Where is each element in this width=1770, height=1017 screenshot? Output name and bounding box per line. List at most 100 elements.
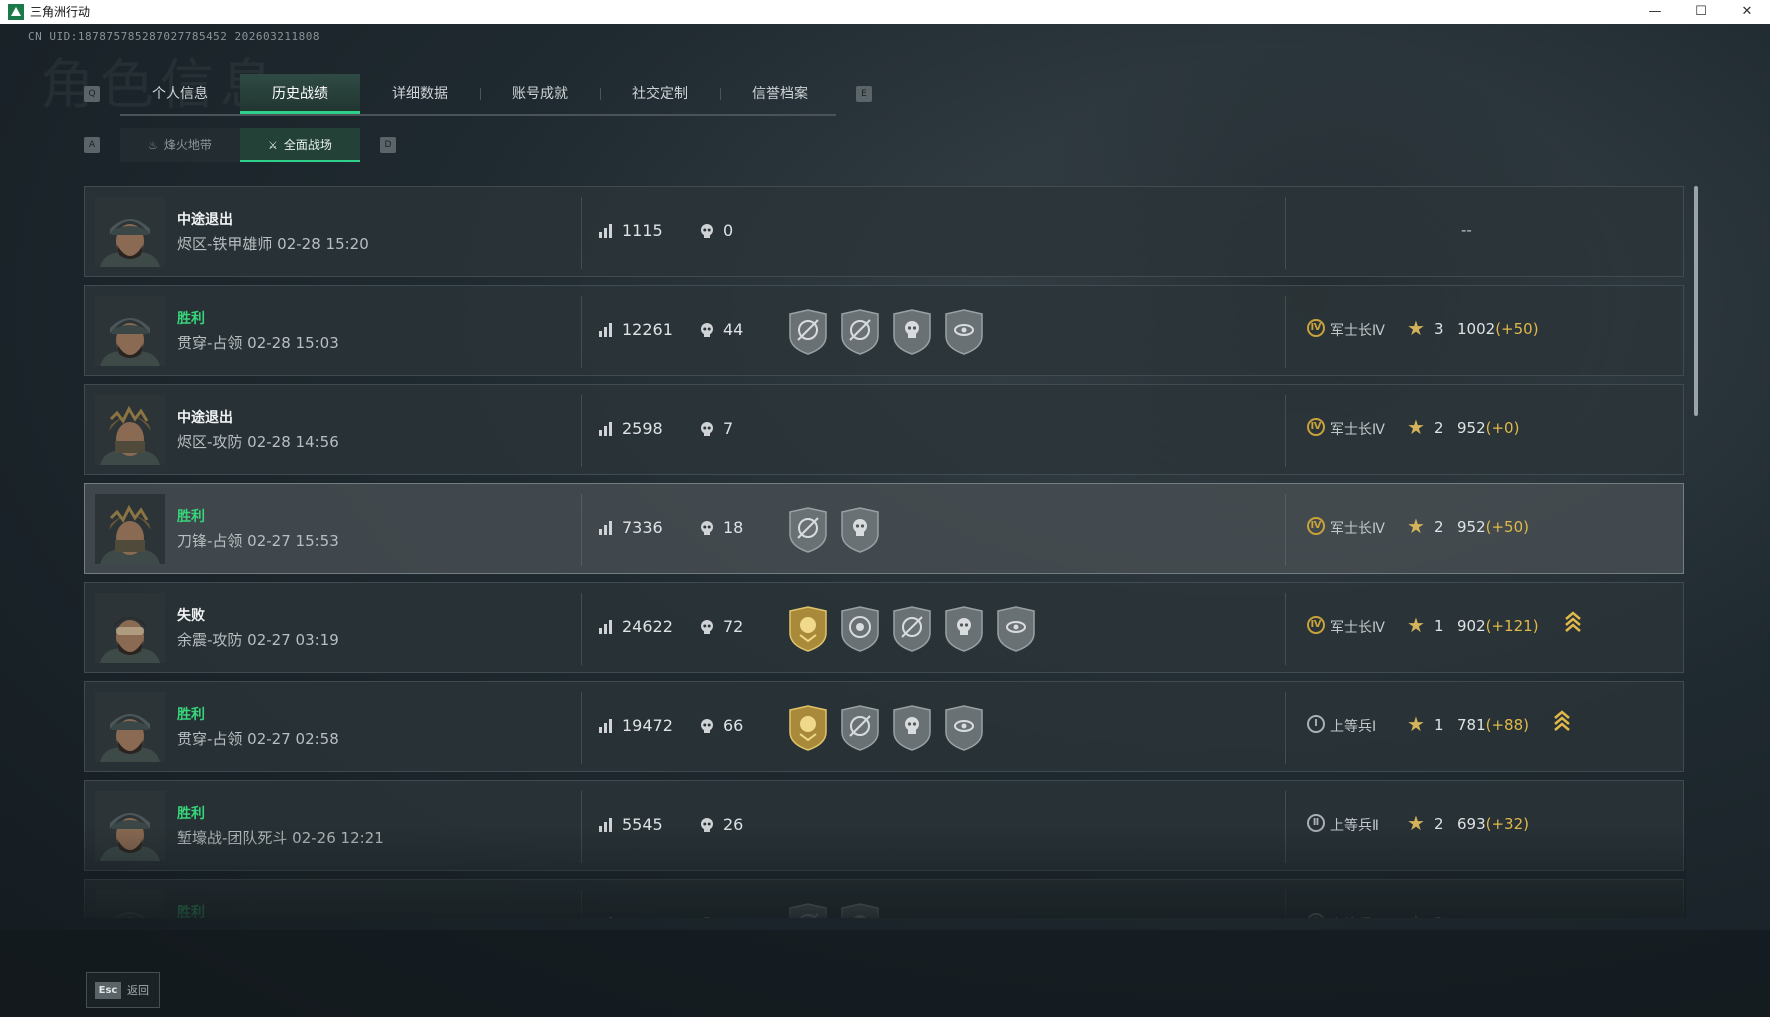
gold-medal-icon [786, 605, 830, 653]
match-row[interactable]: 失败 余震-攻防 02-27 03:19 24622 72 Ⅳ 军士长Ⅳ ★ 1 902(+12… [84, 582, 1684, 673]
kills-skull-icon [699, 916, 715, 918]
tab-2[interactable]: 详细数据 [360, 74, 480, 114]
rank-stars: 2 [1434, 815, 1444, 833]
match-row[interactable]: 胜利 堑壕战-团队死斗 02-26 12:21 5545 26 Ⅱ 上等兵Ⅱ ★ 2 693(+… [84, 780, 1684, 871]
skull-medal-icon [890, 308, 934, 356]
match-row[interactable]: 中途退出 烬区-铁甲雄师 02-28 15:20 1115 0 -- [84, 186, 1684, 277]
row-divider [1285, 296, 1286, 368]
tab-separator [720, 88, 721, 100]
match-mode-time: 贯穿-占领 02-27 02:58 [177, 730, 339, 748]
rank-points: 781(+88) [1457, 716, 1529, 734]
tab-4[interactable]: 社交定制 [600, 74, 720, 114]
maximize-button[interactable]: ☐ [1678, 0, 1724, 24]
tab-1[interactable]: 历史战绩 [240, 74, 360, 114]
row-divider [581, 197, 582, 269]
tab-3[interactable]: 账号成就 [480, 74, 600, 114]
rank-points-value: 693 [1457, 815, 1486, 833]
match-result: 中途退出 [177, 212, 233, 228]
no-rank-placeholder: -- [1461, 221, 1472, 239]
rank-stars: 1 [1434, 716, 1444, 734]
row-divider [1285, 494, 1286, 566]
tab-next-key-hint[interactable]: E [856, 86, 872, 102]
operator-avatar [95, 890, 165, 918]
match-kills: 72 [723, 617, 744, 636]
row-divider [1285, 692, 1286, 764]
target-medal-icon [786, 902, 830, 918]
gold-medal-icon [786, 704, 830, 752]
star-icon: ★ [1407, 613, 1425, 637]
match-result: 胜利 [177, 311, 205, 327]
row-divider [1285, 791, 1286, 863]
match-row[interactable]: 胜利 Ⅱ 上等兵 ★ 2 [84, 879, 1684, 918]
row-divider [581, 494, 582, 566]
back-button[interactable]: Esc 返回 [86, 972, 160, 1008]
star-icon: ★ [1407, 811, 1425, 835]
score-bars-icon [598, 718, 614, 738]
rank-up-chevron-icon [1553, 710, 1571, 734]
match-row[interactable]: 胜利 贯穿-占领 02-28 15:03 12261 44 Ⅳ 军士长Ⅳ ★ 3 1002(+5… [84, 285, 1684, 376]
flame-icon: ♨ [148, 139, 158, 152]
rank-points-delta: (+32) [1485, 815, 1529, 833]
tabs-underline [120, 114, 836, 116]
subtab-label: 全面战场 [283, 138, 332, 152]
match-kills: 44 [723, 320, 744, 339]
kills-skull-icon [699, 718, 715, 738]
rank-points-delta: (+50) [1495, 320, 1539, 338]
subtab-1[interactable]: ⚔ 全面战场 [240, 128, 360, 162]
rank-name: 军士长Ⅳ [1330, 521, 1385, 537]
operator-avatar [95, 791, 165, 861]
subtab-prev-key-hint[interactable]: A [84, 137, 100, 153]
tab-prev-key-hint[interactable]: Q [84, 86, 100, 102]
rank-stars: 1 [1434, 617, 1444, 635]
rank-points: 1002(+50) [1457, 320, 1539, 338]
esc-key-hint: Esc [95, 982, 121, 999]
close-button[interactable]: ✕ [1724, 0, 1770, 24]
match-mode-time: 贯穿-占领 02-28 15:03 [177, 334, 339, 352]
rank-points: 952(+0) [1457, 419, 1519, 437]
match-row[interactable]: 中途退出 烬区-攻防 02-28 14:56 2598 7 Ⅳ 军士长Ⅳ ★ 2 952(+0) [84, 384, 1684, 475]
minimize-button[interactable]: — [1632, 0, 1678, 24]
row-divider [581, 692, 582, 764]
match-score: 5545 [622, 815, 663, 834]
eye-medal-icon [942, 308, 986, 356]
row-divider [1285, 197, 1286, 269]
score-bars-icon [598, 619, 614, 639]
rank-tier-icon: Ⅳ [1307, 418, 1325, 436]
score-bars-icon [598, 421, 614, 441]
operator-avatar [95, 296, 165, 366]
star-icon: ★ [1407, 712, 1425, 736]
target-medal-icon [890, 605, 934, 653]
tab-0[interactable]: 个人信息 [120, 74, 240, 114]
subtab-next-key-hint[interactable]: D [380, 137, 396, 153]
rank-tier-icon: Ⅰ [1307, 715, 1325, 733]
row-divider [581, 296, 582, 368]
rank-points-delta: (+121) [1485, 617, 1539, 635]
subtab-label: 烽火地带 [163, 138, 212, 152]
subtab-0[interactable]: ♨ 烽火地带 [120, 128, 240, 162]
match-kills: 7 [723, 419, 734, 438]
match-result: 胜利 [177, 806, 205, 822]
match-result: 胜利 [177, 707, 205, 723]
match-row[interactable]: 胜利 刀锋-占领 02-27 15:53 7336 18 Ⅳ 军士长Ⅳ ★ 2 952(+50) [84, 483, 1684, 574]
match-result: 中途退出 [177, 410, 233, 426]
row-divider [581, 890, 582, 918]
match-score: 19472 [622, 716, 673, 735]
match-result: 胜利 [177, 509, 205, 525]
rank-up-chevron-icon [1564, 611, 1582, 635]
rank-points-value: 1002 [1457, 320, 1496, 338]
eye-medal-icon [994, 605, 1038, 653]
tab-5[interactable]: 信誉档案 [720, 74, 840, 114]
target-medal-icon [786, 308, 830, 356]
kills-skull-icon [699, 223, 715, 243]
match-mode-time: 刀锋-占领 02-27 15:53 [177, 532, 339, 550]
rank-points-delta: (+88) [1485, 716, 1529, 734]
rank-points-delta: (+50) [1485, 518, 1529, 536]
row-divider [581, 791, 582, 863]
match-row[interactable]: 胜利 贯穿-占领 02-27 02:58 19472 66 Ⅰ 上等兵Ⅰ ★ 1 781(+88… [84, 681, 1684, 772]
operator-avatar [95, 197, 165, 267]
rank-tier-icon: Ⅱ [1307, 814, 1325, 832]
kills-skull-icon [699, 619, 715, 639]
list-scrollbar[interactable] [1694, 186, 1698, 416]
match-history-list[interactable]: 中途退出 烬区-铁甲雄师 02-28 15:20 1115 0 -- 胜利 贯穿-占领 0… [84, 186, 1686, 918]
rank-points-value: 952 [1457, 419, 1486, 437]
